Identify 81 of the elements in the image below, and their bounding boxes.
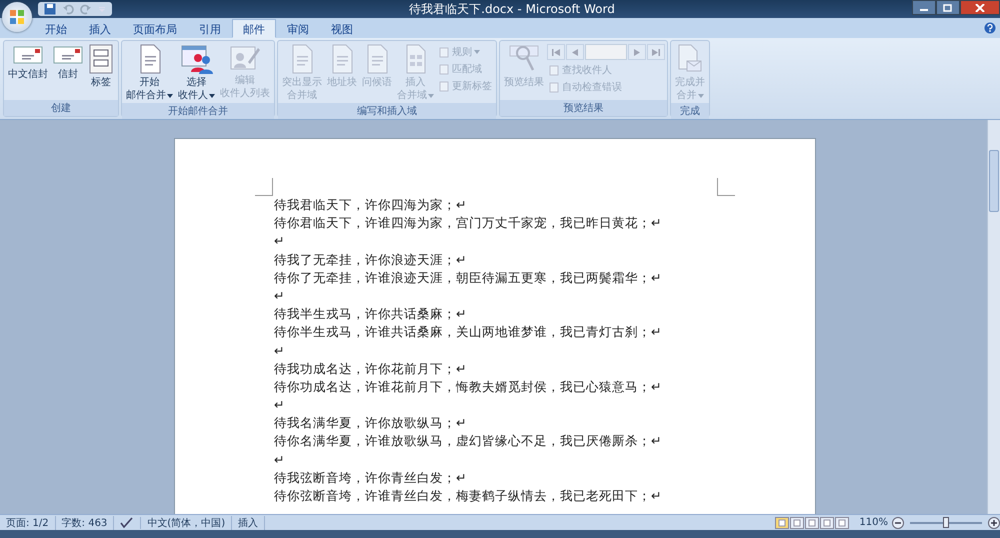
scrollbar-thumb[interactable] xyxy=(989,150,999,212)
document-icon xyxy=(290,44,314,74)
ribbon-tab[interactable]: 视图 xyxy=(320,19,364,38)
group-title: 开始邮件合并 xyxy=(122,103,274,119)
document-icon xyxy=(439,64,450,74)
restore-icon xyxy=(943,4,953,12)
group-title: 预览结果 xyxy=(500,100,667,116)
document-icon xyxy=(549,64,560,76)
document-line: 待你半生戎马，许谁共话桑麻，关山两地谁梦谁，我已青灯古刹；↵ xyxy=(274,323,662,342)
document-line: 待我名满华夏，许你放歌纵马；↵ xyxy=(274,414,468,432)
last-icon xyxy=(651,48,661,56)
ribbon-tab[interactable]: 邮件 xyxy=(232,19,276,38)
ribbon-tab[interactable]: 开始 xyxy=(34,19,78,38)
view-icon[interactable] xyxy=(805,516,820,528)
document-line: 待我半生戎马，许你共话桑麻；↵ xyxy=(274,305,468,324)
first-icon xyxy=(551,48,561,56)
finish-merge-icon xyxy=(677,44,703,74)
previous-icon xyxy=(570,48,580,56)
edit-list-icon xyxy=(230,44,260,72)
zoom-level[interactable]: 110% xyxy=(859,517,888,528)
ribbon-tab[interactable]: 引用 xyxy=(188,19,232,38)
view-icon[interactable] xyxy=(790,516,804,528)
document-line: 待你功成名达，许谁花前月下，悔教夫婿觅封侯，我已心猿意马；↵ xyxy=(274,378,662,396)
zoom-out-icon[interactable] xyxy=(892,516,904,528)
document-line: ↵ xyxy=(274,396,286,414)
last-record-button[interactable] xyxy=(647,44,665,60)
corner-mark xyxy=(255,178,273,196)
document-line: ↵ xyxy=(274,450,286,469)
close-button[interactable] xyxy=(960,0,1000,15)
grid-icon xyxy=(404,44,426,74)
view-icon[interactable] xyxy=(775,516,790,528)
document-line: 待你弦断音垮，许谁青丝白发，梅妻鹤子纵情去，我已老死田下；↵ xyxy=(274,487,662,505)
ribbon-button[interactable]: 开始 邮件合并 xyxy=(124,43,175,103)
view-icon[interactable] xyxy=(835,516,850,528)
office-logo xyxy=(9,9,25,25)
ribbon-button[interactable]: 中文信封 xyxy=(6,43,50,82)
document-line: 待你名满华夏，许谁放歌纵马，虚幻皆缘心不足，我已厌倦厮杀；↵ xyxy=(274,432,662,450)
window-title: 待我君临天下.docx - Microsoft Word xyxy=(408,0,616,18)
group-title: 完成 xyxy=(671,103,709,119)
document-line: 待我功成名达，许你花前月下；↵ xyxy=(274,360,468,378)
ribbon-tab[interactable]: 审阅 xyxy=(276,19,320,38)
close-icon xyxy=(975,4,985,12)
zoom-slider-thumb[interactable] xyxy=(943,517,949,528)
help-icon[interactable] xyxy=(984,22,996,34)
envelope-icon xyxy=(53,44,83,66)
document-line: ↵ xyxy=(274,342,286,360)
save-icon[interactable] xyxy=(44,3,56,15)
document-icon xyxy=(365,44,389,74)
document-icon xyxy=(549,82,560,92)
ribbon-tab[interactable]: 插入 xyxy=(78,19,122,38)
vertical-scrollbar[interactable] xyxy=(987,120,1000,514)
view-icon[interactable] xyxy=(820,516,834,528)
envelope-icon xyxy=(13,44,43,66)
document-line: 待你君临天下，许谁四海为家，宫门万丈千家宠，我已昨日黄花；↵ xyxy=(274,214,662,232)
document-icon xyxy=(439,80,450,92)
minimize-button[interactable] xyxy=(912,0,936,15)
ribbon-button[interactable]: 信封 xyxy=(51,43,85,82)
restore-button[interactable] xyxy=(936,0,960,15)
ribbon-button[interactable]: 选择 收件人 xyxy=(176,43,217,103)
zoom-in-icon[interactable] xyxy=(988,516,1000,528)
corner-mark xyxy=(717,178,735,196)
document-line: 待我弦断音垮，许你青丝白发；↵ xyxy=(274,468,468,487)
ribbon-tab[interactable]: 页面布局 xyxy=(122,19,188,38)
office-button[interactable] xyxy=(2,2,32,32)
zoom-slider[interactable] xyxy=(910,517,982,528)
document-line: 待我了无牵挂，许你浪迹天涯；↵ xyxy=(274,250,468,269)
document-icon xyxy=(439,46,450,58)
group-title: 创建 xyxy=(4,100,118,116)
people-icon xyxy=(180,44,212,74)
ribbon-button[interactable]: 标签 xyxy=(86,43,116,90)
next-record-button[interactable] xyxy=(628,44,646,60)
document-line: ↵ xyxy=(274,232,286,250)
group-title: 编写和插入域 xyxy=(278,103,496,119)
next-icon xyxy=(632,48,642,56)
previous-record-button[interactable] xyxy=(566,44,584,60)
document-icon xyxy=(330,44,354,74)
document-icon xyxy=(138,44,162,74)
document-line: 待你了无牵挂，许谁浪迹天涯，朝臣待漏五更寒，我已两鬓霜华；↵ xyxy=(274,268,662,287)
document-line: 待我君临天下，许你四海为家；↵ xyxy=(274,196,468,214)
document-line: ↵ xyxy=(274,286,286,305)
labels-icon xyxy=(88,44,114,74)
